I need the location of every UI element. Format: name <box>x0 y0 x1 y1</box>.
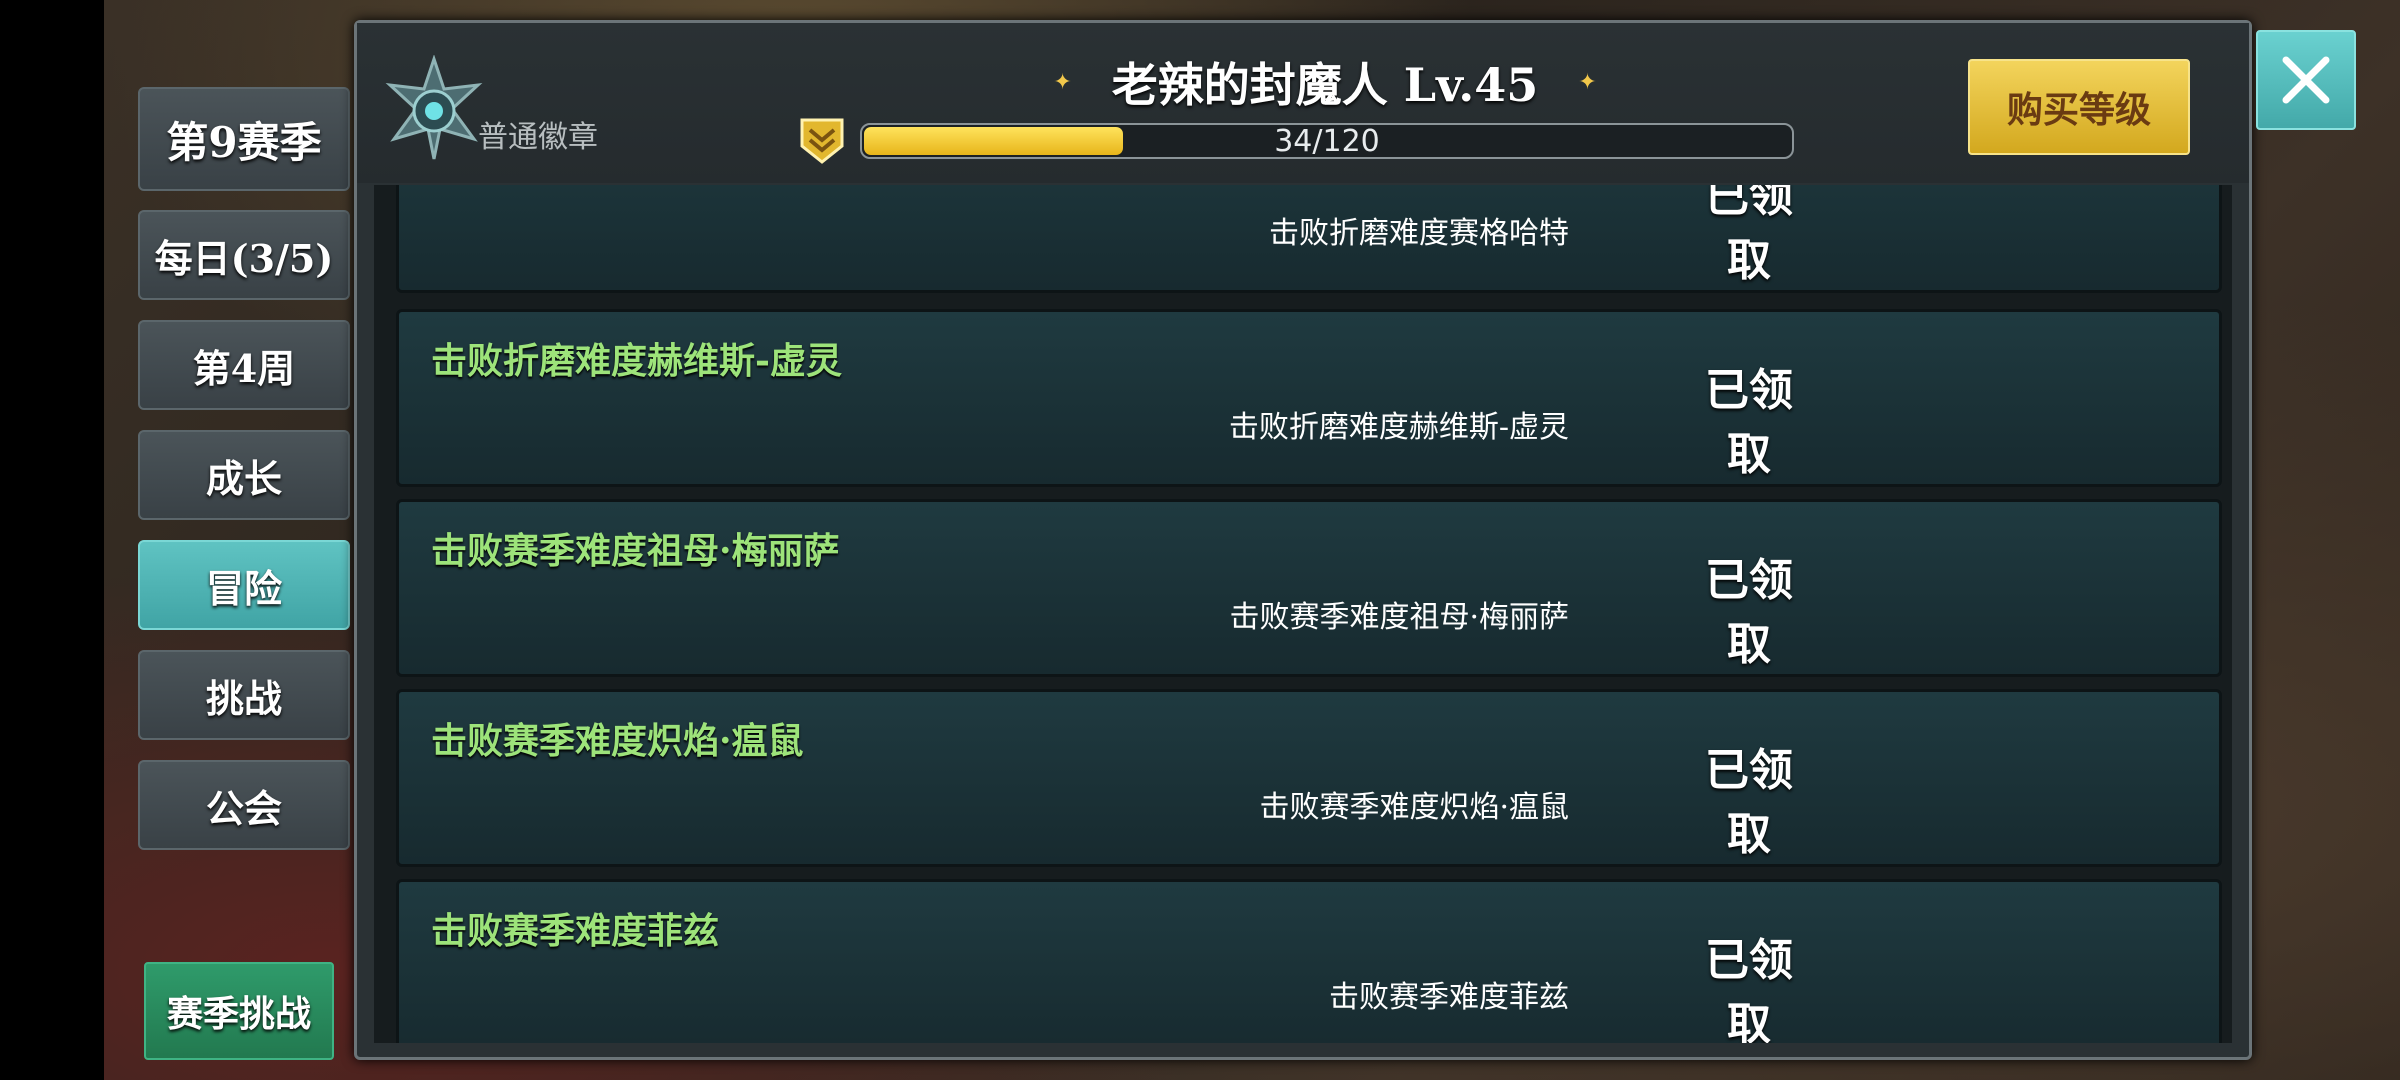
tab-adventure[interactable]: 冒险 <box>138 540 350 630</box>
quest-title: 击败赛季难度炽焰·瘟鼠 <box>431 720 804 762</box>
quest-status-claimed: 已领取 <box>1705 935 1793 1043</box>
quest-description: 击败折磨难度赛格哈特 <box>1269 216 1569 251</box>
quest-status-claimed: 已领取 <box>1705 555 1793 670</box>
tab-daily[interactable]: 每日(3/5) <box>138 210 350 300</box>
badge-label: 普通徽章 <box>478 120 598 155</box>
quest-row: 击败折磨难度赛格哈特 已领取 <box>396 185 2222 293</box>
quest-row: 击败赛季难度炽焰·瘟鼠 击败赛季难度炽焰·瘟鼠 已领取 <box>396 689 2222 867</box>
badge-icon[interactable] <box>380 55 488 163</box>
quest-row: 击败赛季难度菲兹 击败赛季难度菲兹 已领取 <box>396 879 2222 1043</box>
tab-growth[interactable]: 成长 <box>138 430 350 520</box>
pass-level-title: 老辣的封魔人 Lv.45 <box>1111 58 1539 112</box>
title-right-ornament-icon: ✦ <box>1578 69 1597 95</box>
close-icon <box>2282 56 2330 104</box>
season-label: 第9赛季 <box>138 87 350 191</box>
title-left-ornament-icon: ✦ <box>1053 69 1072 95</box>
quest-row: 击败赛季难度祖母·梅丽萨 击败赛季难度祖母·梅丽萨 已领取 <box>396 499 2222 677</box>
tab-challenge[interactable]: 挑战 <box>138 650 350 740</box>
level-progress-bar: 34/120 <box>860 123 1794 159</box>
season-challenge-button[interactable]: 赛季挑战 <box>144 962 334 1060</box>
quest-list[interactable]: 击败折磨难度赛格哈特 已领取 击败折磨难度赫维斯-虚灵 击败折磨难度赫维斯-虚灵… <box>374 185 2232 1043</box>
screen-edge <box>0 0 104 1080</box>
quest-status-claimed: 已领取 <box>1705 745 1793 860</box>
close-button[interactable] <box>2256 30 2356 130</box>
rank-chevron-icon <box>800 118 844 164</box>
quest-description: 击败折磨难度赫维斯-虚灵 <box>1228 410 1569 445</box>
quest-row: 击败折磨难度赫维斯-虚灵 击败折磨难度赫维斯-虚灵 已领取 <box>396 309 2222 487</box>
quest-status-claimed: 已领取 <box>1705 365 1793 480</box>
quest-title: 击败折磨难度赫维斯-虚灵 <box>431 340 842 382</box>
quest-title: 击败赛季难度祖母·梅丽萨 <box>431 530 840 572</box>
quest-description: 击败赛季难度炽焰·瘟鼠 <box>1259 790 1569 825</box>
level-progress-text: 34/120 <box>1274 123 1380 159</box>
quest-description: 击败赛季难度菲兹 <box>1329 980 1569 1015</box>
buy-level-button[interactable]: 购买等级 <box>1968 59 2190 155</box>
quest-description: 击败赛季难度祖母·梅丽萨 <box>1229 600 1569 635</box>
quest-title: 击败赛季难度菲兹 <box>431 910 720 952</box>
tab-guild[interactable]: 公会 <box>138 760 350 850</box>
quest-status-claimed: 已领取 <box>1705 185 1793 286</box>
tab-week-4[interactable]: 第4周 <box>138 320 350 410</box>
title-row: ✦ 老辣的封魔人 Lv.45 ✦ <box>1050 52 1600 112</box>
